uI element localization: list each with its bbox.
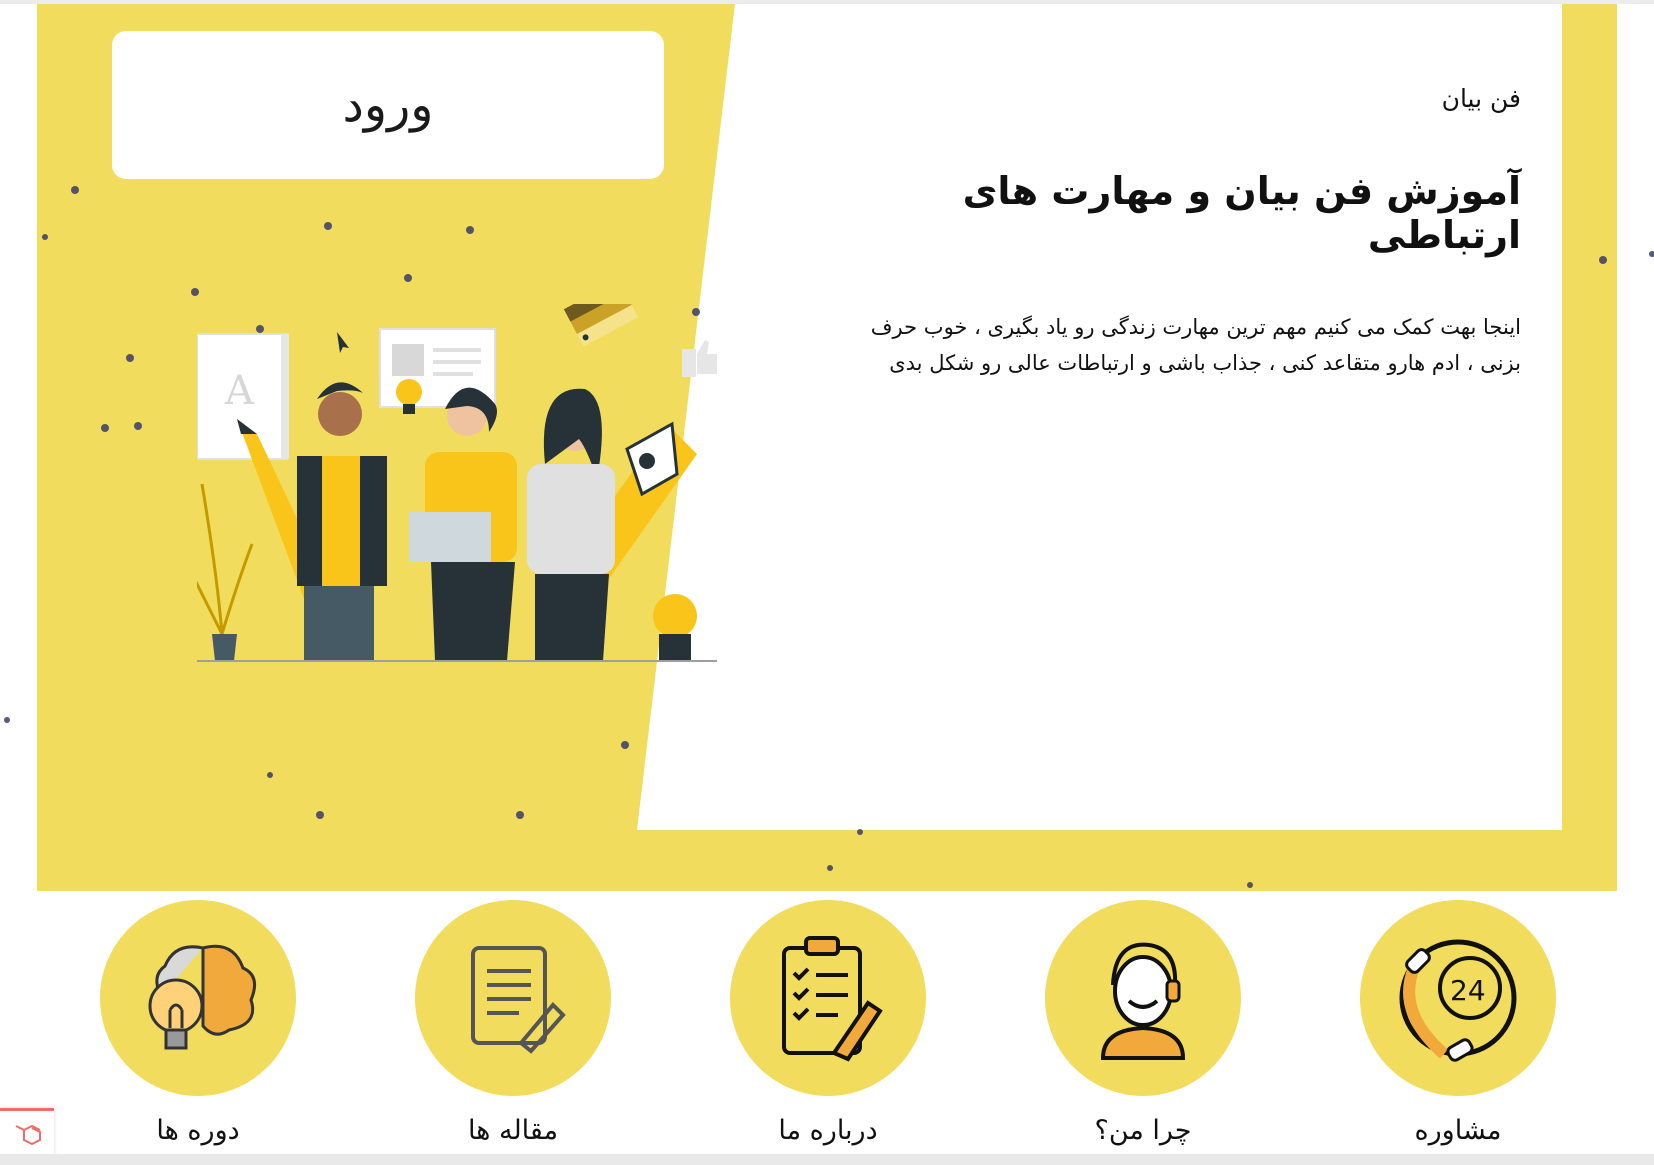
brain-lightbulb-icon (148, 944, 257, 1050)
feature-consultation[interactable]: 24 مشاوره (1338, 900, 1578, 1155)
team-illustration: A (197, 304, 717, 662)
feature-courses[interactable]: دوره ها (78, 900, 318, 1155)
thumbs-up-icon (682, 340, 717, 377)
person-woman-laptop (409, 387, 517, 661)
feature-about-circle (730, 900, 926, 1096)
clipboard-checklist-icon (782, 936, 883, 1062)
letter-glyph: A (224, 368, 255, 414)
color-palette (563, 304, 639, 347)
feature-about[interactable]: درباره ما (708, 900, 948, 1155)
cactus (653, 594, 697, 661)
feature-about-label: درباره ما (778, 1115, 878, 1146)
laravel-debug-badge[interactable] (0, 1108, 54, 1157)
phone-24-text: 24 (1450, 974, 1486, 1007)
feature-why-me-circle (1045, 900, 1241, 1096)
hero-section: ورود A فن بیان آموزش فن بیان و مهارت های… (37, 4, 1617, 891)
hero-description: اینجا بهت کمک می کنیم مهم ترین مهارت زند… (870, 315, 1521, 375)
plant (197, 483, 254, 661)
hero-headline: آموزش فن بیان و مهارت های ارتباطی (962, 169, 1521, 257)
cursor-icon (337, 332, 349, 353)
feature-why-me-label: چرا من؟ (1094, 1115, 1192, 1146)
feature-consultation-circle: 24 (1360, 900, 1556, 1096)
laravel-icon (15, 1124, 41, 1146)
letter-board: A (197, 333, 289, 460)
person-woman-pen (527, 388, 615, 661)
feature-articles[interactable]: مقاله ها (393, 900, 633, 1155)
hero-eyebrow: فن بیان (1441, 84, 1521, 113)
feature-articles-circle (415, 900, 611, 1096)
lightbulb-icon (396, 379, 422, 414)
feature-why-me[interactable]: چرا من؟ (1023, 900, 1263, 1155)
feature-courses-circle (100, 900, 296, 1096)
hero-text: فن بیان آموزش فن بیان و مهارت های ارتباط… (841, 84, 1521, 381)
login-button[interactable]: ورود (112, 31, 664, 179)
feature-courses-label: دوره ها (156, 1115, 240, 1146)
support-agent-icon (1100, 942, 1186, 1060)
feature-articles-label: مقاله ها (467, 1115, 559, 1146)
bottom-strip (0, 1154, 1654, 1165)
phone-24-icon: 24 (1399, 939, 1517, 1062)
feature-consultation-label: مشاوره (1414, 1115, 1502, 1146)
person-man (297, 382, 387, 661)
features-row: دوره ها مقاله ها درباره ما چرا من؟ 24 مش… (0, 900, 1654, 1155)
article-edit-icon (471, 946, 566, 1054)
